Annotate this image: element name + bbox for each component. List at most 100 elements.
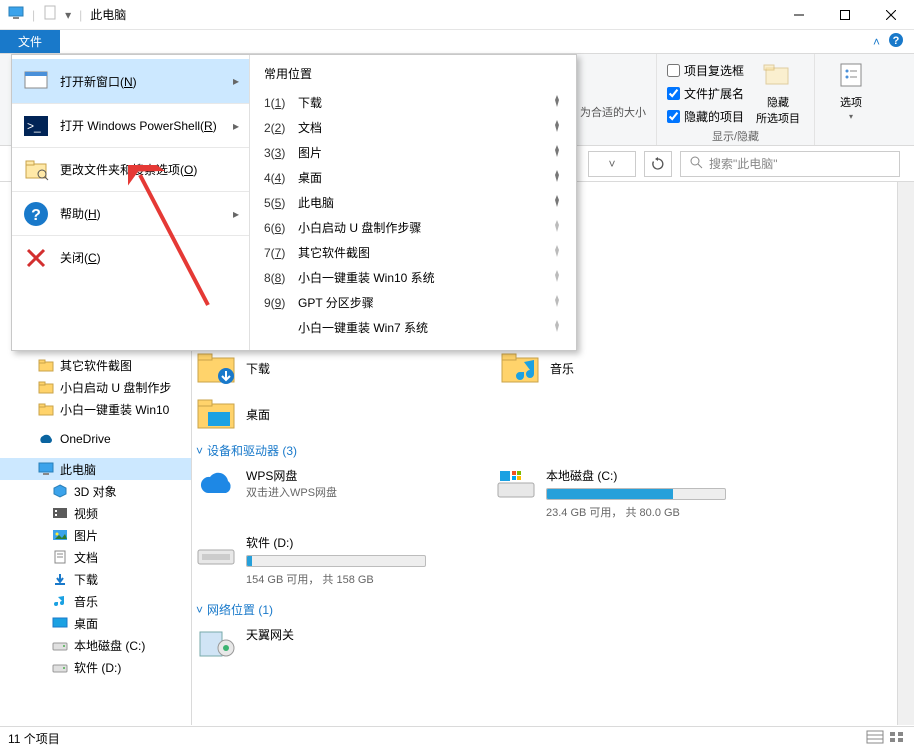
pc-icon: [38, 461, 54, 477]
onedrive-icon: [38, 431, 54, 447]
sidebar-item[interactable]: 视频: [0, 502, 191, 524]
pin-icon: [552, 270, 562, 285]
sidebar-item[interactable]: 下载: [0, 568, 191, 590]
sidebar-item[interactable]: 音乐: [0, 590, 191, 612]
sidebar-item[interactable]: 此电脑: [0, 458, 191, 480]
network-section-header[interactable]: ˅ 网络位置 (1): [196, 601, 894, 618]
checkbox-hidden-items[interactable]: 隐藏的项目: [667, 108, 744, 125]
doc-icon: [52, 549, 68, 565]
pin-icon: [552, 170, 562, 185]
options-icon: [835, 60, 867, 92]
sidebar-item[interactable]: 图片: [0, 524, 191, 546]
sidebar-item[interactable]: 3D 对象: [0, 480, 191, 502]
qat-separator: |: [32, 8, 35, 22]
qat-dropdown-icon[interactable]: ▾: [65, 8, 71, 22]
checkbox-item-checkboxes[interactable]: 项目复选框: [667, 62, 744, 79]
common-location-item[interactable]: 6(6)小白启动 U 盘制作步骤: [250, 215, 576, 240]
pin-icon: [552, 220, 562, 235]
maximize-button[interactable]: [822, 0, 868, 30]
folder-icon: [38, 357, 54, 373]
pin-icon: [552, 95, 562, 110]
minimize-button[interactable]: [776, 0, 822, 30]
file-menu-item-4[interactable]: 关闭(C): [12, 235, 249, 279]
dl-icon: [52, 571, 68, 587]
folder-desktop[interactable]: 桌面: [196, 396, 270, 432]
pin-icon: [552, 245, 562, 260]
submenu-arrow-icon: ▸: [233, 119, 239, 133]
sidebar-item[interactable]: 小白启动 U 盘制作步: [0, 376, 191, 398]
file-tab[interactable]: 文件: [0, 30, 60, 53]
menu-item-icon: ?: [22, 200, 50, 228]
address-dropdown[interactable]: ˅: [588, 151, 636, 177]
options-button[interactable]: 选项 ▾: [825, 58, 877, 121]
common-location-item[interactable]: 9(9)GPT 分区步骤: [250, 290, 576, 315]
checkbox-file-extensions[interactable]: 文件扩展名: [667, 85, 744, 102]
c-drive[interactable]: 本地磁盘 (C:) 23.4 GB 可用， 共 80.0 GB: [496, 467, 756, 520]
file-menu-item-3[interactable]: ?帮助(H)▸: [12, 191, 249, 235]
3d-icon: [52, 483, 68, 499]
drive-d-icon: [196, 534, 236, 570]
desktop-icon: [196, 396, 236, 432]
sidebar-item[interactable]: 桌面: [0, 612, 191, 634]
drive-icon: [52, 637, 68, 653]
chevron-down-icon: ˅: [196, 603, 203, 617]
common-location-item[interactable]: 2(2)文档: [250, 115, 576, 140]
hide-selected-button[interactable]: 隐藏 所选项目: [752, 58, 804, 126]
sidebar-item[interactable]: 软件 (D:): [0, 656, 191, 678]
help-icon[interactable]: ?: [888, 32, 904, 51]
common-location-item[interactable]: 4(4)桌面: [250, 165, 576, 190]
close-button[interactable]: [868, 0, 914, 30]
sidebar-item[interactable]: 其它软件截图: [0, 354, 191, 376]
view-details-button[interactable]: [866, 730, 884, 747]
common-locations-header: 常用位置: [250, 65, 576, 90]
view-large-button[interactable]: [888, 730, 906, 747]
pin-icon: [552, 195, 562, 210]
sidebar-item[interactable]: 本地磁盘 (C:): [0, 634, 191, 656]
pic-icon: [52, 527, 68, 543]
menu-item-icon: [22, 67, 50, 95]
folder-icon: [38, 401, 54, 417]
music-icon: [52, 593, 68, 609]
pin-icon: [552, 295, 562, 310]
common-location-item[interactable]: 8(8)小白一键重装 Win10 系统: [250, 265, 576, 290]
sidebar-item[interactable]: 小白一键重装 Win10: [0, 398, 191, 420]
svg-text:?: ?: [893, 35, 900, 47]
svg-text:>_: >_: [27, 119, 41, 133]
ribbon-collapse-icon[interactable]: ˄: [873, 35, 880, 49]
wps-drive[interactable]: WPS网盘 双击进入WPS网盘: [196, 467, 456, 520]
common-location-item[interactable]: 3(3)图片: [250, 140, 576, 165]
common-location-item[interactable]: 5(5)此电脑: [250, 190, 576, 215]
gateway-icon: [196, 626, 236, 662]
downloads-icon: [196, 350, 236, 386]
desk-icon: [52, 615, 68, 631]
qat-doc-icon[interactable]: [43, 5, 57, 24]
common-location-item[interactable]: 7(7)其它软件截图: [250, 240, 576, 265]
ribbon-group-label: 显示/隐藏: [667, 128, 804, 144]
chevron-down-icon: ˅: [196, 444, 203, 458]
d-drive[interactable]: 软件 (D:) 154 GB 可用， 共 158 GB: [196, 534, 456, 587]
menu-item-icon: [22, 244, 50, 272]
cloud-icon: [196, 467, 236, 503]
folder-downloads[interactable]: 下载: [196, 350, 270, 386]
pin-icon: [552, 120, 562, 135]
sidebar: 其它软件截图小白启动 U 盘制作步小白一键重装 Win10 OneDrive 此电脑…: [0, 350, 192, 725]
music-icon: [500, 350, 540, 386]
zoom-fit-label: 为合适的大小: [580, 54, 646, 145]
scrollbar[interactable]: [897, 182, 914, 725]
common-location-item[interactable]: 1(1)下载: [250, 90, 576, 115]
titlebar: | ▾ | 此电脑: [0, 0, 914, 30]
file-menu-item-0[interactable]: 打开新窗口(N)▸: [12, 59, 249, 103]
folder-music[interactable]: 音乐: [500, 350, 574, 386]
common-location-item[interactable]: 小白一键重装 Win7 系统: [250, 315, 576, 340]
c-drive-bar: [546, 488, 726, 500]
file-menu-item-2[interactable]: 更改文件夹和搜索选项(O): [12, 147, 249, 191]
refresh-button[interactable]: [644, 151, 672, 177]
file-menu-item-1[interactable]: >_打开 Windows PowerShell(R)▸: [12, 103, 249, 147]
devices-section-header[interactable]: ˅ 设备和驱动器 (3): [196, 442, 894, 459]
sidebar-item[interactable]: 文档: [0, 546, 191, 568]
sidebar-item[interactable]: OneDrive: [0, 428, 191, 450]
network-gateway[interactable]: 天翼网关: [196, 626, 456, 662]
search-input[interactable]: 搜索"此电脑": [680, 151, 900, 177]
d-drive-bar: [246, 555, 426, 567]
drive-c-icon: [496, 467, 536, 503]
